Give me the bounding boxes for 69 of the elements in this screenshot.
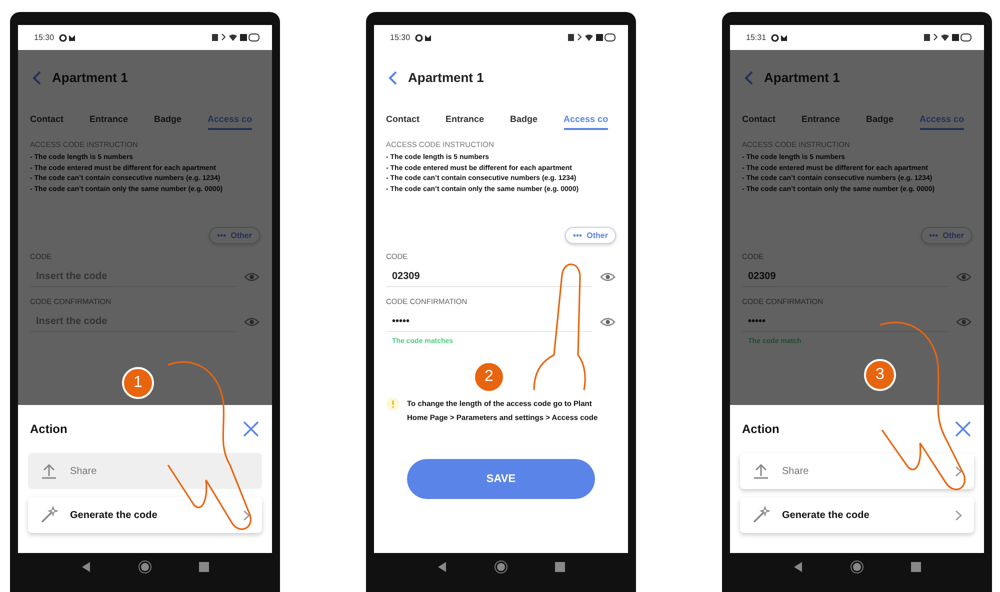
tab[interactable]: Entrance	[90, 110, 128, 130]
code-field[interactable]: 02309	[742, 267, 948, 287]
chevron-icon	[955, 466, 962, 476]
page-title: Apartment 1	[52, 70, 128, 85]
chevron-icon	[243, 510, 250, 520]
notification-icon	[771, 34, 790, 42]
tab[interactable]: Badge	[510, 110, 538, 130]
action-item[interactable]: Generate the code	[740, 497, 974, 533]
close-icon[interactable]	[954, 420, 972, 438]
tab[interactable]: Badge	[154, 110, 182, 130]
recents-nav-icon[interactable]	[554, 562, 565, 572]
tab[interactable]: Contact	[742, 110, 776, 130]
sheet-title: Action	[742, 422, 780, 436]
tab[interactable]: Entrance	[802, 110, 840, 130]
other-button[interactable]: Other	[208, 227, 260, 244]
back-nav-icon[interactable]	[437, 562, 448, 572]
upload-icon	[752, 462, 770, 480]
recents-nav-icon[interactable]	[198, 562, 209, 572]
tab[interactable]: Contact	[386, 110, 420, 130]
status-icons-drawing	[568, 33, 616, 42]
tab[interactable]: Access co	[920, 110, 964, 130]
eye-icon[interactable]	[956, 272, 972, 282]
eye-icon[interactable]	[244, 317, 260, 327]
back-nav-icon[interactable]	[81, 562, 92, 572]
dots-icon	[928, 234, 938, 237]
eye-icon[interactable]	[600, 317, 616, 327]
code-field[interactable]: •••••	[742, 312, 948, 332]
sheet-title: Action	[30, 422, 68, 436]
tab[interactable]: Badge	[866, 110, 894, 130]
warning-icon	[386, 397, 400, 411]
tab[interactable]: Entrance	[446, 110, 484, 130]
tab[interactable]: Access co	[564, 110, 608, 130]
status-time: 15:30	[390, 33, 410, 42]
status-time: 15:30	[34, 33, 54, 42]
status-icons-drawing	[212, 33, 260, 42]
step-badge: 2	[473, 361, 505, 393]
eye-icon[interactable]	[244, 272, 260, 282]
code-field[interactable]: 02309	[386, 267, 592, 287]
eye-icon[interactable]	[600, 272, 616, 282]
save-button[interactable]: SAVE	[407, 459, 595, 499]
page-title: Apartment 1	[408, 70, 484, 85]
home-nav-icon[interactable]	[494, 560, 508, 574]
chevron-icon	[955, 510, 962, 520]
status-time: 15:31	[746, 33, 766, 42]
action-item[interactable]: Share	[740, 453, 974, 489]
dots-icon	[572, 234, 582, 237]
dots-icon	[216, 234, 226, 237]
step-badge: 1	[122, 367, 154, 399]
eye-icon[interactable]	[956, 317, 972, 327]
magic-wand-icon	[752, 506, 770, 524]
step-badge: 3	[864, 359, 896, 391]
page-title: Apartment 1	[764, 70, 840, 85]
recents-nav-icon[interactable]	[910, 562, 921, 572]
action-item[interactable]: Generate the code	[28, 497, 262, 533]
back-nav-icon[interactable]	[793, 562, 804, 572]
upload-icon	[40, 462, 58, 480]
back-icon[interactable]	[388, 70, 398, 84]
other-button[interactable]: Other	[920, 227, 972, 244]
home-nav-icon[interactable]	[138, 560, 152, 574]
magic-wand-icon	[40, 506, 58, 524]
tab[interactable]: Access co	[208, 110, 252, 130]
other-button[interactable]: Other	[564, 227, 616, 244]
code-field[interactable]: •••••	[386, 312, 592, 332]
home-nav-icon[interactable]	[850, 560, 864, 574]
close-icon[interactable]	[242, 420, 260, 438]
status-icons-drawing	[924, 33, 972, 42]
notification-icon	[59, 34, 78, 42]
tab[interactable]: Contact	[30, 110, 64, 130]
notification-icon	[415, 34, 434, 42]
